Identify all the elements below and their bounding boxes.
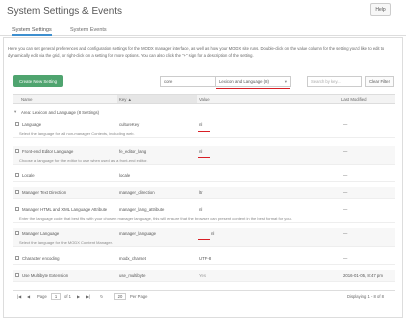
table-row[interactable]: Manager HTML and XML Language Attribute … bbox=[13, 204, 395, 223]
setting-last-modified: — bbox=[343, 231, 348, 236]
setting-description: Select the language for all non-manager … bbox=[19, 131, 135, 136]
setting-last-modified: — bbox=[343, 190, 348, 195]
page-count-label: of 1 bbox=[64, 294, 71, 299]
setting-key: use_multibyte bbox=[119, 273, 146, 278]
value-highlight-underline bbox=[198, 131, 210, 132]
setting-key: manager_language bbox=[119, 231, 157, 236]
table-row[interactable]: Use Multibyte Extension use_multibyte Ye… bbox=[13, 270, 395, 282]
table-row[interactable]: Front-end Editor Language fe_editor_lang… bbox=[13, 146, 395, 165]
setting-key: modx_charset bbox=[119, 256, 146, 261]
setting-name: Locale bbox=[22, 173, 35, 178]
area-select[interactable]: Lexicon and Language (8) ▾ bbox=[215, 76, 291, 87]
expand-icon[interactable] bbox=[15, 122, 19, 126]
chevron-down-icon: ▾ bbox=[284, 79, 287, 84]
value-highlight-underline bbox=[198, 157, 210, 158]
setting-name: Front-end Editor Language bbox=[22, 149, 74, 154]
prev-page-icon[interactable]: ◀ bbox=[27, 294, 30, 299]
table-row[interactable]: Language cultureKey nl — Select the lang… bbox=[13, 119, 395, 138]
expand-icon[interactable] bbox=[15, 190, 19, 194]
expand-icon[interactable] bbox=[15, 149, 19, 153]
per-page-label: Per Page bbox=[130, 294, 148, 299]
column-header-value[interactable]: Value bbox=[199, 97, 210, 102]
first-page-icon[interactable]: |◀ bbox=[17, 294, 21, 299]
collapse-icon: ▾ bbox=[14, 109, 17, 114]
column-header-name[interactable]: Name bbox=[21, 97, 32, 102]
setting-key: manager_lang_attribute bbox=[119, 207, 165, 212]
pagination-bar: |◀ ◀ Page 1 of 1 ▶ ▶| ↻ 20 Per Page Disp… bbox=[13, 290, 395, 302]
setting-name: Language bbox=[22, 122, 42, 127]
last-page-icon[interactable]: ▶| bbox=[86, 294, 90, 299]
search-input[interactable]: Search by key... bbox=[307, 76, 362, 87]
page-label: Page bbox=[37, 294, 47, 299]
create-setting-button[interactable]: Create New Setting bbox=[13, 75, 63, 87]
setting-value[interactable]: nl bbox=[199, 149, 202, 154]
area-select-value: Lexicon and Language (8) bbox=[219, 79, 269, 84]
help-button[interactable]: Help bbox=[370, 3, 391, 16]
table-row[interactable]: Character encoding modx_charset UTF-8 — bbox=[13, 253, 395, 265]
refresh-icon[interactable]: ↻ bbox=[100, 294, 104, 299]
setting-name: Manager Language bbox=[22, 231, 60, 236]
expand-icon[interactable] bbox=[15, 207, 19, 211]
setting-name: Manager HTML and XML Language Attribute bbox=[22, 207, 108, 212]
table-row[interactable]: Manager Language manager_language nl — S… bbox=[13, 228, 395, 247]
next-page-icon[interactable]: ▶ bbox=[77, 294, 80, 299]
setting-value[interactable]: nl bbox=[199, 207, 202, 212]
column-header-key[interactable]: Key ▲ bbox=[117, 95, 197, 103]
namespace-select[interactable]: core ▾ bbox=[160, 76, 222, 87]
group-header[interactable]: ▾ Area: Lexicon and Language (8 Settings… bbox=[13, 108, 395, 117]
expand-icon[interactable] bbox=[15, 173, 19, 177]
page-number-input[interactable]: 1 bbox=[51, 293, 61, 300]
setting-value[interactable]: nl bbox=[199, 122, 202, 127]
expand-icon[interactable] bbox=[15, 256, 19, 260]
setting-last-modified: — bbox=[343, 173, 348, 178]
setting-description: Enter the language code that best fits w… bbox=[19, 216, 292, 221]
clear-filter-button[interactable]: Clear Filter bbox=[365, 76, 394, 87]
setting-last-modified: — bbox=[343, 256, 348, 261]
setting-key: manager_direction bbox=[119, 190, 155, 195]
setting-name: Manager Text Direction bbox=[22, 190, 67, 195]
expand-icon[interactable] bbox=[15, 231, 19, 235]
settings-description: Here you can set general preferences and… bbox=[8, 46, 385, 58]
tab-system-events[interactable]: System Events bbox=[70, 27, 107, 36]
page-title: System Settings & Events bbox=[7, 6, 123, 17]
namespace-select-value: core bbox=[164, 79, 173, 84]
setting-description: Select the language for the MODX Content… bbox=[19, 240, 113, 245]
search-input-placeholder: Search by key... bbox=[311, 79, 341, 84]
setting-last-modified: 2016-01-05, 8:47 pm bbox=[343, 273, 383, 278]
display-info: Displaying 1 - 8 of 8 bbox=[347, 294, 385, 299]
column-header-last-modified[interactable]: Last Modified bbox=[341, 97, 367, 102]
area-highlight-underline bbox=[216, 88, 290, 89]
column-header-key-label: Key bbox=[119, 97, 127, 102]
setting-name: Character encoding bbox=[22, 256, 60, 261]
setting-last-modified: — bbox=[343, 122, 348, 127]
setting-value[interactable]: ltr bbox=[199, 190, 203, 195]
setting-last-modified: — bbox=[343, 207, 348, 212]
setting-value[interactable]: nl bbox=[211, 231, 214, 236]
tab-system-settings[interactable]: System Settings bbox=[12, 27, 52, 36]
setting-key: locale bbox=[119, 173, 131, 178]
setting-value[interactable]: Yes bbox=[199, 273, 206, 278]
table-row[interactable]: Locale locale — bbox=[13, 170, 395, 182]
setting-name: Use Multibyte Extension bbox=[22, 273, 69, 278]
setting-value[interactable]: UTF-8 bbox=[199, 256, 211, 261]
sort-arrow-icon: ▲ bbox=[127, 97, 132, 102]
group-label: Area: Lexicon and Language (8 Settings) bbox=[21, 110, 100, 115]
tab-bar: System Settings System Events bbox=[0, 25, 406, 36]
expand-icon[interactable] bbox=[15, 273, 19, 277]
setting-last-modified: — bbox=[343, 149, 348, 154]
setting-key: fe_editor_lang bbox=[119, 149, 147, 154]
per-page-input[interactable]: 20 bbox=[114, 293, 126, 300]
value-highlight-underline bbox=[198, 239, 210, 240]
grid-header: Name Key ▲ Value Last Modified bbox=[13, 94, 395, 104]
setting-description: Choose a language for the editor to use … bbox=[19, 158, 148, 163]
setting-key: cultureKey bbox=[119, 122, 140, 127]
table-row[interactable]: Manager Text Direction manager_direction… bbox=[13, 187, 395, 199]
